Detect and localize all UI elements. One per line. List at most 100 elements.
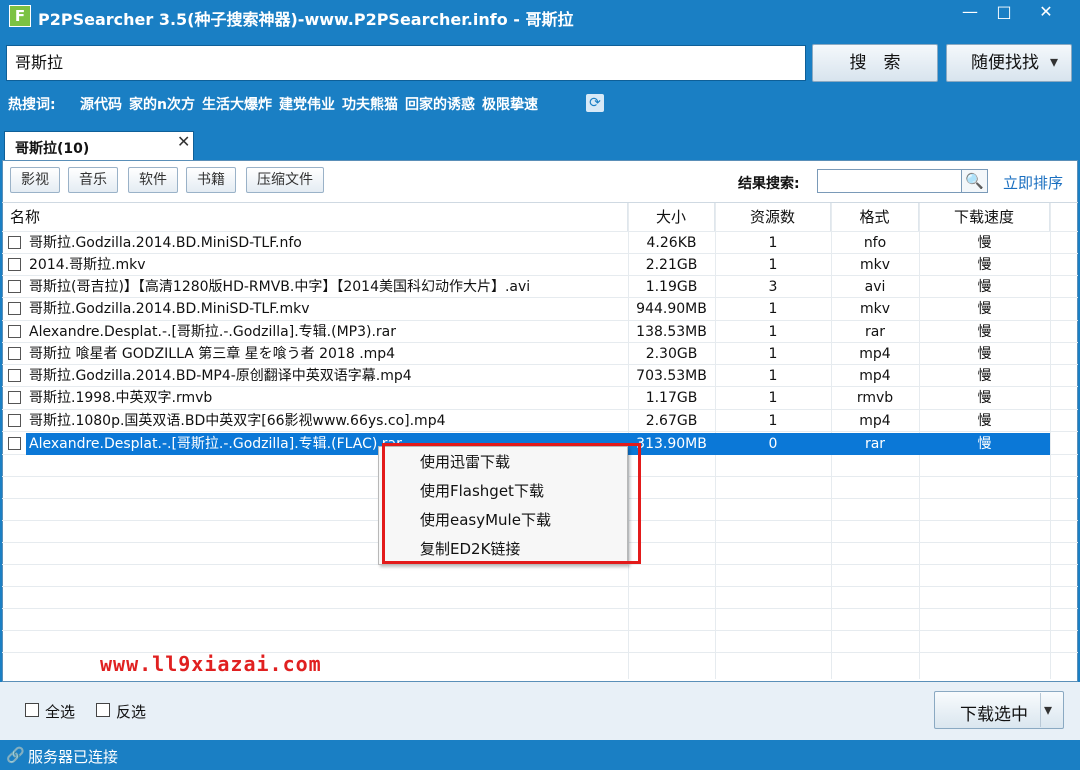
refresh-icon[interactable]: ⟳ xyxy=(586,94,604,112)
row-name: 哥斯拉 喰星者 GODZILLA 第三章 星を喰う者 2018 .mp4 xyxy=(29,346,396,362)
row-sources: 0 xyxy=(768,436,778,452)
hot-keyword[interactable]: 家的n次方 xyxy=(129,94,195,114)
search-icon[interactable]: 🔍 xyxy=(962,169,988,193)
watermark: www.ll9xiazai.com xyxy=(100,652,322,676)
row-checkbox[interactable] xyxy=(8,347,21,360)
row-checkbox[interactable] xyxy=(8,391,21,404)
status-text: 服务器已连接 xyxy=(28,748,119,766)
row-speed: 慢 xyxy=(977,390,992,406)
row-format: rar xyxy=(864,436,886,452)
select-all-checkbox[interactable] xyxy=(25,703,39,717)
row-sources: 3 xyxy=(768,279,778,295)
maximize-button[interactable]: □ xyxy=(984,0,1024,26)
row-speed: 慢 xyxy=(977,436,992,452)
app-logo: F xyxy=(9,5,31,27)
row-sources: 1 xyxy=(768,235,778,251)
row-speed: 慢 xyxy=(977,413,992,429)
result-filter-input[interactable] xyxy=(817,169,962,193)
column-header-size[interactable]: 大小 xyxy=(628,203,715,231)
row-checkbox[interactable] xyxy=(8,280,21,293)
row-size: 313.90MB xyxy=(636,436,707,452)
row-checkbox[interactable] xyxy=(8,325,21,338)
hot-keyword[interactable]: 源代码 xyxy=(80,94,122,114)
chevron-down-icon[interactable]: ▾ xyxy=(1050,52,1058,71)
row-size: 2.67GB xyxy=(645,413,698,429)
row-name: 哥斯拉.1998.中英双字.rmvb xyxy=(29,390,213,406)
column-header-speed[interactable]: 下载速度 xyxy=(919,203,1050,231)
random-search-label: 随便找找 xyxy=(971,53,1039,73)
row-checkbox[interactable] xyxy=(8,302,21,315)
link-icon: 🔗 xyxy=(6,746,25,764)
row-speed: 慢 xyxy=(977,235,992,251)
search-input[interactable]: 哥斯拉 xyxy=(6,45,806,81)
sort-now-link[interactable]: 立即排序 xyxy=(1003,172,1063,193)
tab-results[interactable]: 哥斯拉(10) ✕ xyxy=(4,131,194,161)
row-sources: 1 xyxy=(768,346,778,362)
row-speed: 慢 xyxy=(977,346,992,362)
row-format: rmvb xyxy=(856,390,894,406)
row-size: 2.21GB xyxy=(645,257,698,273)
result-filter-label: 结果搜索: xyxy=(738,176,800,192)
category-software-button[interactable]: 软件 xyxy=(128,167,178,193)
row-sources: 1 xyxy=(768,413,778,429)
row-gridline xyxy=(2,608,1078,609)
row-checkbox[interactable] xyxy=(8,236,21,249)
row-gridline xyxy=(2,586,1078,587)
hot-keyword[interactable]: 生活大爆炸 xyxy=(202,94,272,114)
row-sources: 1 xyxy=(768,324,778,340)
chevron-down-icon[interactable]: ▾ xyxy=(1044,700,1052,719)
row-format: mp4 xyxy=(859,368,891,384)
row-name: 2014.哥斯拉.mkv xyxy=(29,257,146,273)
row-name: Alexandre.Desplat.-.[哥斯拉.-.Godzilla].专辑.… xyxy=(29,324,397,340)
row-size: 1.17GB xyxy=(645,390,698,406)
row-size: 4.26KB xyxy=(646,235,697,251)
close-icon[interactable]: ✕ xyxy=(177,132,190,151)
select-all-label[interactable]: 全选 xyxy=(45,701,75,722)
row-sources: 1 xyxy=(768,257,778,273)
row-speed: 慢 xyxy=(977,301,992,317)
row-name: 哥斯拉.Godzilla.2014.BD.MiniSD-TLF.mkv xyxy=(29,301,310,317)
row-checkbox[interactable] xyxy=(8,258,21,271)
row-gridline xyxy=(2,630,1078,631)
row-format: mkv xyxy=(859,301,891,317)
row-checkbox[interactable] xyxy=(8,437,21,450)
close-button[interactable]: ✕ xyxy=(1026,0,1066,26)
annotation-highlight-box xyxy=(382,443,641,564)
row-name: 哥斯拉.Godzilla.2014.BD.MiniSD-TLF.nfo xyxy=(29,235,302,251)
hot-keyword[interactable]: 建党伟业 xyxy=(279,94,335,114)
row-sources: 1 xyxy=(768,368,778,384)
hot-keyword[interactable]: 极限挚速 xyxy=(482,94,538,114)
column-header-format[interactable]: 格式 xyxy=(831,203,919,231)
row-sources: 1 xyxy=(768,301,778,317)
row-format: mkv xyxy=(859,257,891,273)
category-books-button[interactable]: 书籍 xyxy=(186,167,236,193)
invert-selection-checkbox[interactable] xyxy=(96,703,110,717)
download-selected-label: 下载选中 xyxy=(960,705,1028,725)
footer-bar xyxy=(0,682,1080,740)
row-size: 2.30GB xyxy=(645,346,698,362)
status-bar xyxy=(0,740,1080,770)
row-name: 哥斯拉(哥吉拉)】【高清1280版HD-RMVB.中字】【2014美国科幻动作大… xyxy=(29,279,531,295)
hot-keywords-label: 热搜词: xyxy=(8,97,56,113)
category-video-button[interactable]: 影视 xyxy=(10,167,60,193)
search-button[interactable]: 搜 索 xyxy=(812,44,938,82)
row-checkbox[interactable] xyxy=(8,414,21,427)
column-header-sources[interactable]: 资源数 xyxy=(715,203,831,231)
hot-keyword[interactable]: 功夫熊猫 xyxy=(342,94,398,114)
hot-keyword[interactable]: 回家的诱惑 xyxy=(405,94,475,114)
row-format: nfo xyxy=(863,235,887,251)
row-size: 138.53MB xyxy=(636,324,707,340)
row-format: mp4 xyxy=(859,346,891,362)
row-speed: 慢 xyxy=(977,324,992,340)
row-format: avi xyxy=(864,279,886,295)
category-archives-button[interactable]: 压缩文件 xyxy=(246,167,324,193)
row-format: rar xyxy=(864,324,886,340)
invert-selection-label[interactable]: 反选 xyxy=(116,701,146,722)
category-music-button[interactable]: 音乐 xyxy=(68,167,118,193)
row-speed: 慢 xyxy=(977,279,992,295)
row-checkbox[interactable] xyxy=(8,369,21,382)
row-name: 哥斯拉.1080p.国英双语.BD中英双字[66影视www.66ys.co].m… xyxy=(29,413,446,429)
hot-keywords-list: 源代码 家的n次方 生活大爆炸 建党伟业 功夫熊猫 回家的诱惑 极限挚速 xyxy=(80,94,538,114)
row-format: mp4 xyxy=(859,413,891,429)
column-header-name[interactable]: 名称 xyxy=(2,203,628,231)
